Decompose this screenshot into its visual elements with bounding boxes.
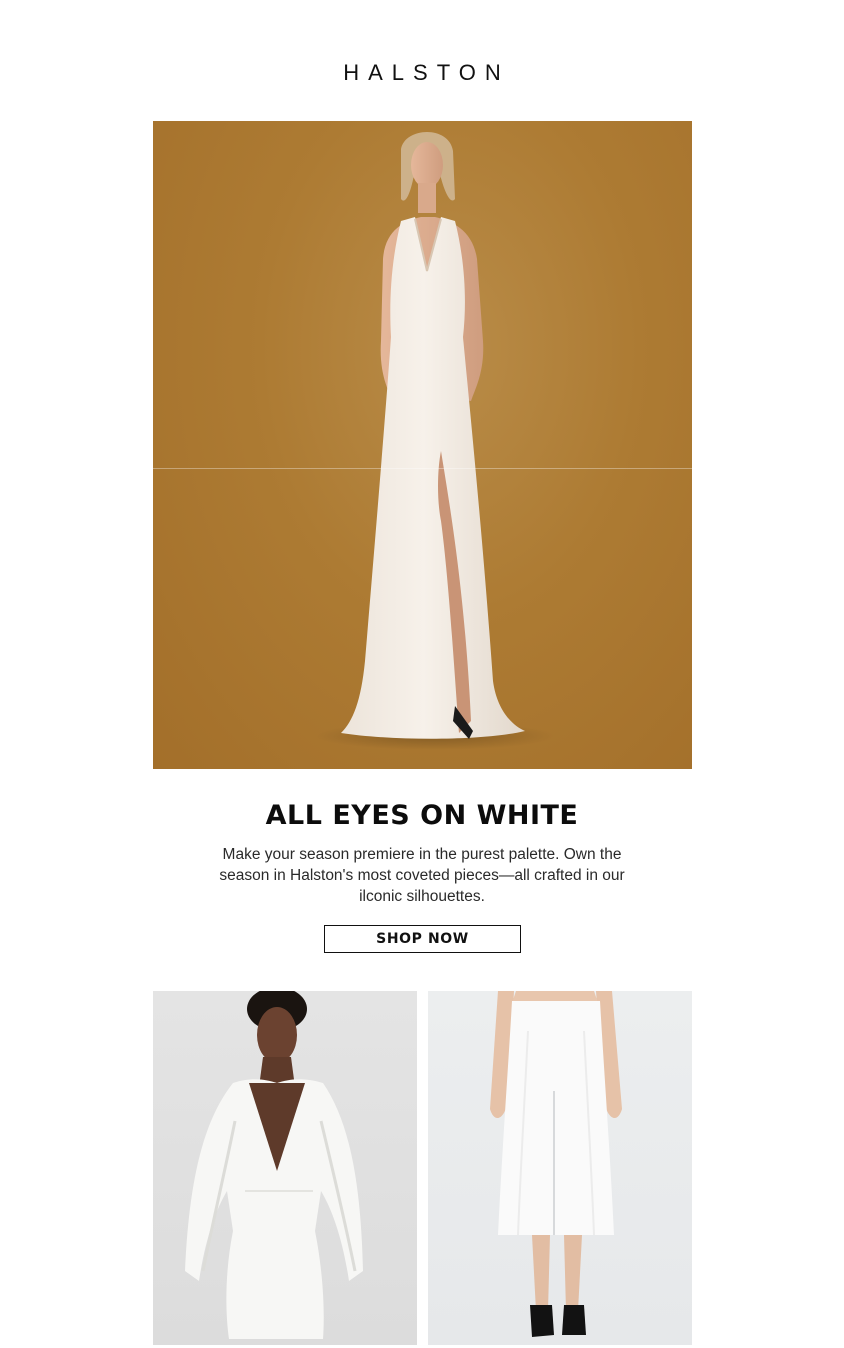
promo-headline: ALL EYES ON WHITE xyxy=(265,800,579,831)
shop-now-button[interactable]: SHOP NOW xyxy=(324,925,521,953)
hero-divider-line xyxy=(153,468,692,469)
promo-body: Make your season premiere in the purest … xyxy=(219,846,625,905)
product-tile-dress[interactable] xyxy=(153,991,417,1345)
product-tile-skirt[interactable] xyxy=(428,991,692,1345)
hero-image[interactable] xyxy=(153,121,692,769)
product-image-skirt xyxy=(490,991,622,1337)
hero-model-illustration xyxy=(315,132,555,750)
product-image-dress xyxy=(185,991,363,1339)
brand-logo[interactable]: HALSTON xyxy=(0,60,844,86)
